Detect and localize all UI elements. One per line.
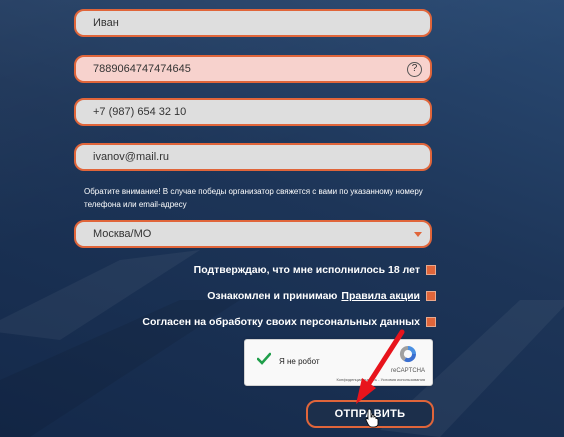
name-field-value: Иван	[93, 17, 119, 29]
name-field[interactable]: Иван	[74, 9, 432, 37]
rules-accept-label: Ознакомлен и принимаю	[207, 290, 338, 302]
annotation-arrow-icon	[356, 329, 405, 404]
rules-accept-row: Ознакомлен и принимаю Правила акции	[207, 290, 436, 302]
email-field-value: ivanov@mail.ru	[93, 151, 169, 163]
region-select[interactable]: Москва/МО	[74, 220, 432, 248]
phone-error-field[interactable]: 7889064747474645 ?	[74, 55, 432, 83]
phone-error-field-value: 7889064747474645	[93, 63, 191, 75]
personal-data-row: Согласен на обработку своих персональных…	[142, 316, 436, 328]
rules-link[interactable]: Правила акции	[341, 290, 420, 302]
recaptcha-label: Я не робот	[279, 357, 320, 366]
hand-cursor-icon	[365, 408, 379, 428]
chevron-down-icon	[414, 232, 422, 237]
help-icon[interactable]: ?	[407, 62, 422, 77]
checkmark-icon[interactable]	[257, 352, 271, 366]
age-confirm-row: Подтверждаю, что мне исполнилось 18 лет	[194, 264, 436, 276]
phone-field-value: +7 (987) 654 32 10	[93, 106, 187, 118]
region-select-value: Москва/МО	[93, 228, 152, 240]
contact-notice: Обратите внимание! В случае победы орган…	[84, 187, 423, 209]
phone-field[interactable]: +7 (987) 654 32 10	[74, 98, 432, 126]
rules-accept-checkbox[interactable]	[426, 291, 436, 301]
age-confirm-label: Подтверждаю, что мне исполнилось 18 лет	[193, 264, 420, 276]
personal-data-checkbox[interactable]	[426, 317, 436, 327]
personal-data-label: Согласен на обработку своих персональных…	[142, 316, 420, 328]
email-field[interactable]: ivanov@mail.ru	[74, 143, 432, 171]
age-confirm-checkbox[interactable]	[426, 265, 436, 275]
